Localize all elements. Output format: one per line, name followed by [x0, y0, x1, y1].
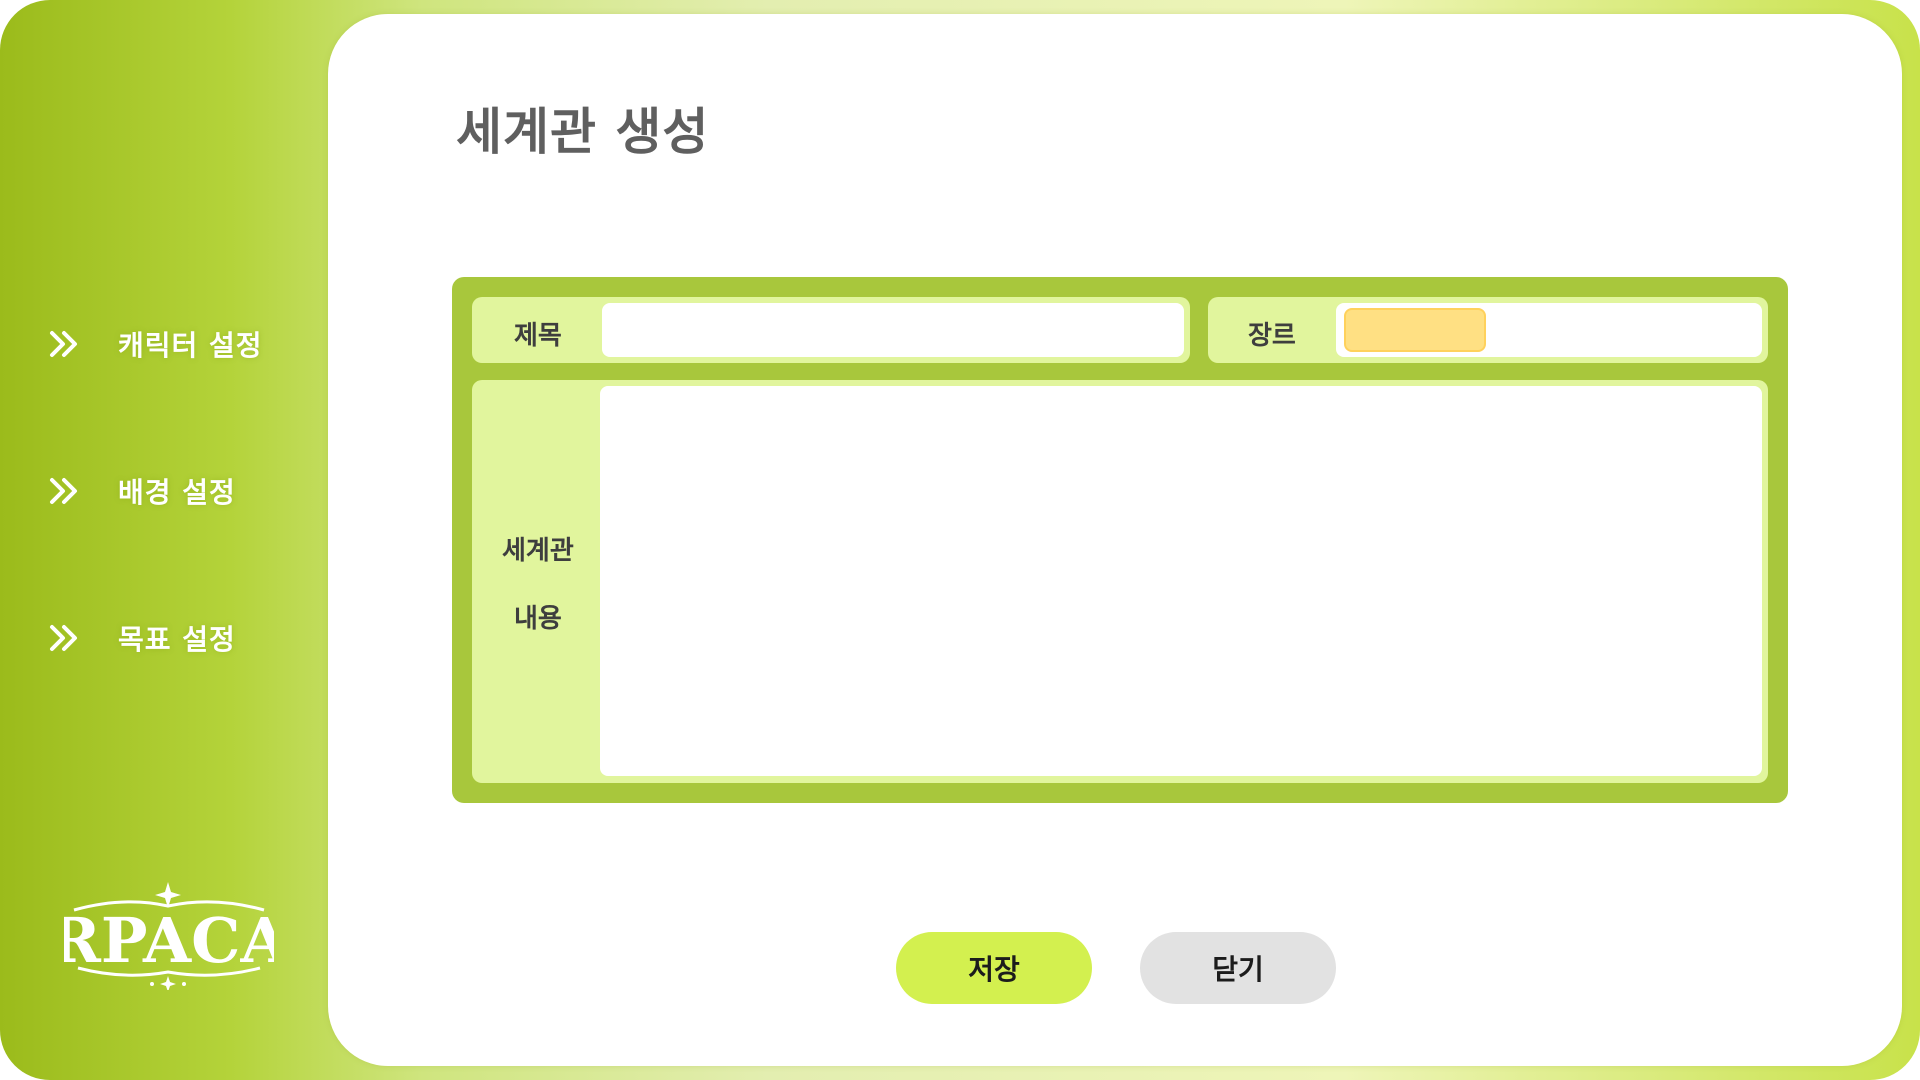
genre-select[interactable] — [1336, 303, 1762, 357]
page-title: 세계관 생성 — [456, 103, 710, 161]
rpaca-logo: RPACA — [64, 882, 274, 990]
double-chevron-right-icon — [50, 478, 77, 504]
double-chevron-right-icon — [50, 331, 77, 357]
sidebar-item-goal-settings[interactable]: 목표 설정 — [48, 616, 236, 660]
save-button[interactable]: 저장 — [896, 932, 1092, 1004]
title-field-row: 제목 — [472, 297, 1190, 363]
content-label-line1: 세계관 — [502, 536, 574, 566]
sidebar-item-label: 배경 설정 — [118, 476, 236, 509]
title-input[interactable] — [602, 303, 1184, 357]
double-chevron-right-icon — [50, 625, 77, 651]
content-label-line2: 내용 — [514, 604, 562, 634]
content-field-row: 세계관 내용 — [472, 380, 1768, 783]
sidebar-item-label: 캐릭터 설정 — [118, 329, 263, 362]
close-button[interactable]: 닫기 — [1140, 932, 1336, 1004]
sidebar-item-background-settings[interactable]: 배경 설정 — [48, 469, 236, 513]
sidebar-item-label: 목표 설정 — [118, 623, 236, 656]
title-label: 제목 — [514, 321, 562, 351]
worldview-form: 제목 장르 세계관 내용 — [452, 277, 1788, 803]
genre-field-row: 장르 — [1208, 297, 1768, 363]
genre-label: 장르 — [1248, 321, 1296, 351]
app-frame: 캐릭터 설정 배경 설정 목표 설정 RPACA 세계관 생성 제목 장르 세계… — [0, 0, 1920, 1080]
sidebar: 캐릭터 설정 배경 설정 목표 설정 RPACA — [0, 0, 330, 1080]
content-textarea[interactable] — [600, 386, 1762, 776]
svg-text:RPACA: RPACA — [64, 904, 274, 977]
genre-chip[interactable] — [1344, 308, 1486, 352]
sidebar-item-character-settings[interactable]: 캐릭터 설정 — [48, 322, 263, 366]
